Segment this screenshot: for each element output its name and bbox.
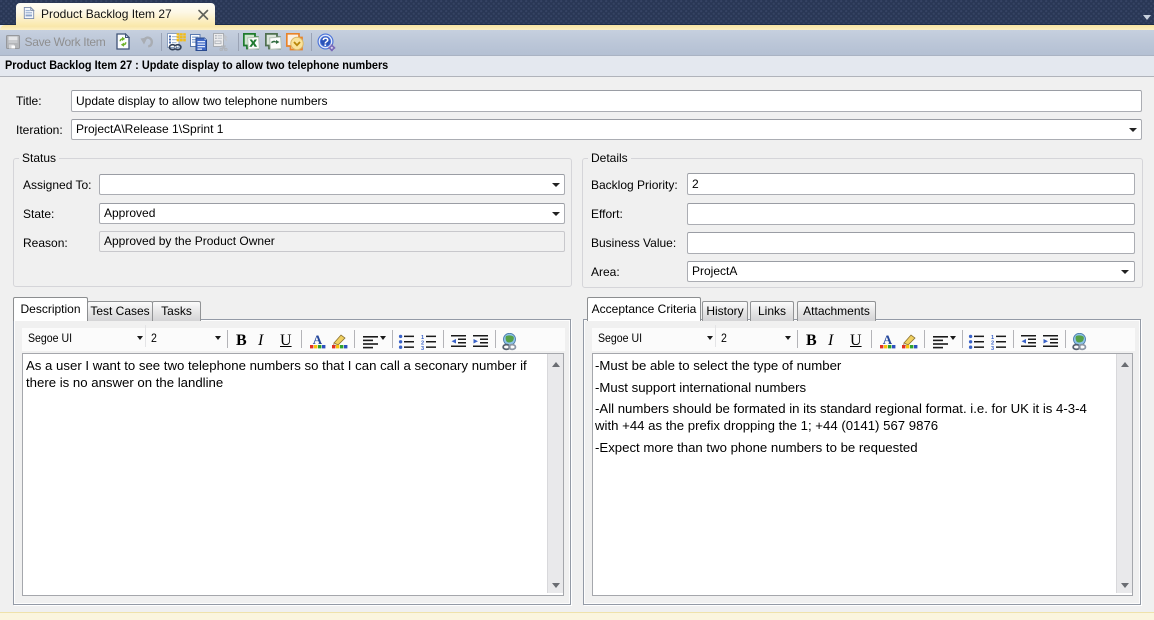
- svg-text:?: ?: [322, 35, 329, 49]
- svg-text:3: 3: [991, 346, 994, 350]
- svg-text:A: A: [883, 333, 893, 347]
- svg-text:A: A: [313, 333, 323, 347]
- svg-text:3: 3: [421, 346, 424, 350]
